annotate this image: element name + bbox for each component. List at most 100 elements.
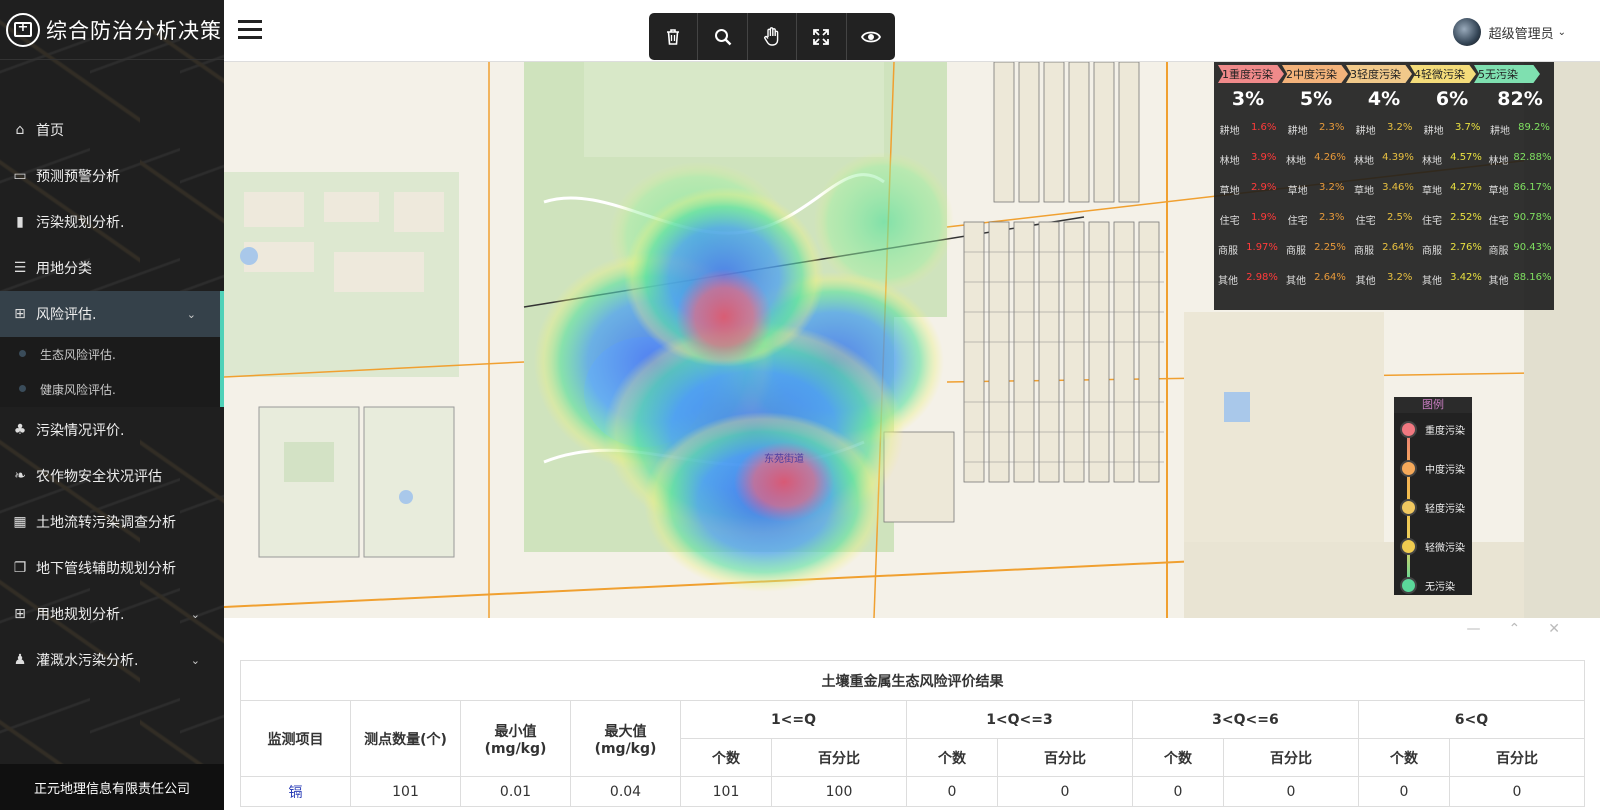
cell-value: 0 xyxy=(1222,776,1359,807)
landuse-value: 3.2% xyxy=(1318,181,1345,193)
level-tab-5[interactable]: 5无污染 xyxy=(1474,65,1540,83)
collapse-icon[interactable]: ⌃ xyxy=(1509,621,1521,637)
level-tab-4[interactable]: 4轻微污染 xyxy=(1410,65,1476,83)
brand: 综合防治分析决策 xyxy=(0,0,224,60)
cell-value: 100 xyxy=(771,776,907,807)
landuse-value: 89.2% xyxy=(1518,121,1550,133)
landuse-label: 住宅 xyxy=(1355,215,1376,227)
person-icon: ♟ xyxy=(13,652,27,668)
cell-value: 0 xyxy=(1131,776,1224,807)
landuse-label: 林地 xyxy=(1286,155,1307,167)
hamburger-menu-icon[interactable] xyxy=(238,20,262,40)
landuse-label: 耕地 xyxy=(1355,125,1376,137)
result-panel: — ⌃ ✕ 土壤重金属生态风险评价结果 监测项目 测点数量(个) 最小值 (mg… xyxy=(224,618,1600,810)
subheader-percent: 百分比 xyxy=(1448,738,1586,777)
sidebar-item-0[interactable]: ⌂ 首页 xyxy=(0,107,224,153)
sidebar: 综合防治分析决策 ⌂ 首页 ▭ 预测预警分析 ▮ 污染规划分析. ☰ 用地分类 ⊞ 风险评估. ⌄ 生… xyxy=(0,0,224,810)
header: 超级管理员 ⌄ xyxy=(224,0,1600,62)
fullscreen-icon[interactable] xyxy=(797,13,847,60)
cell-item[interactable]: 镉 xyxy=(240,776,351,807)
landuse-value: 2.52% xyxy=(1450,211,1482,223)
home-icon: ⌂ xyxy=(15,122,25,138)
header-item: 监测项目 xyxy=(240,700,351,777)
sidebar-item-10[interactable]: ♟ 灌溉水污染分析. ⌄ xyxy=(0,637,224,683)
landuse-value: 3.2% xyxy=(1386,121,1413,133)
level-percent-1: 3% xyxy=(1231,88,1265,110)
sidebar-item-label: 风险评估. xyxy=(36,307,97,323)
landuse-value: 86.17% xyxy=(1513,181,1552,193)
leaf-icon: ❧ xyxy=(14,468,26,484)
header-max: 最大值 (mg/kg) xyxy=(570,700,681,777)
trash-icon[interactable] xyxy=(649,13,699,60)
sidebar-subitem-1[interactable]: 健康风险评估. xyxy=(0,372,224,407)
sidebar-item-8[interactable]: ❐ 地下管线辅助规划分析 xyxy=(0,545,224,591)
list-icon: ☰ xyxy=(13,260,27,276)
cell-value: 101 xyxy=(679,776,773,807)
landuse-label: 耕地 xyxy=(1423,125,1444,137)
subheader-count: 个数 xyxy=(905,738,999,777)
sidebar-item-4[interactable]: ⊞ 风险评估. ⌄ xyxy=(0,291,224,337)
landuse-label: 草地 xyxy=(1488,185,1509,197)
eye-icon[interactable] xyxy=(847,13,895,60)
map-legend: 图例 重度污染 中度污染 轻度污染 轻微污染 无污染 xyxy=(1394,397,1472,595)
landuse-value: 3.2% xyxy=(1386,271,1413,283)
sidebar-item-label: 预测预警分析 xyxy=(36,169,120,185)
result-table: 土壤重金属生态风险评价结果 监测项目 测点数量(个) 最小值 (mg/kg) 最… xyxy=(240,660,1586,807)
sidebar-item-3[interactable]: ☰ 用地分类 xyxy=(0,245,224,291)
landuse-label: 其他 xyxy=(1355,275,1376,287)
landuse-value: 1.9% xyxy=(1250,211,1277,223)
legend-dot xyxy=(1400,577,1417,594)
landuse-label: 其他 xyxy=(1286,275,1307,287)
sidebar-subitem-0[interactable]: 生态风险评估. xyxy=(0,337,224,372)
sidebar-item-label: 灌溉水污染分析. xyxy=(36,653,139,669)
legend-dot xyxy=(1400,538,1417,555)
sidebar-item-2[interactable]: ▮ 污染规划分析. xyxy=(0,199,224,245)
company-name: 正元地理信息有限责任公司 xyxy=(0,764,224,810)
landuse-label: 耕地 xyxy=(1490,125,1511,137)
landuse-value: 2.64% xyxy=(1314,271,1346,283)
sidebar-item-1[interactable]: ▭ 预测预警分析 xyxy=(0,153,224,199)
legend-label: 中度污染 xyxy=(1425,465,1465,476)
plus-square-icon: ⊞ xyxy=(14,306,26,322)
legend-label: 轻微污染 xyxy=(1425,543,1465,554)
hand-icon[interactable] xyxy=(748,13,798,60)
sidebar-item-label: 污染规划分析. xyxy=(36,215,125,231)
landuse-value: 2.25% xyxy=(1314,241,1346,253)
landuse-label: 草地 xyxy=(1422,185,1443,197)
landuse-value: 2.3% xyxy=(1318,211,1345,223)
sidebar-item-6[interactable]: ❧ 农作物安全状况评估 xyxy=(0,453,224,499)
sidebar-item-7[interactable]: ▦ 土地流转污染调查分析 xyxy=(0,499,224,545)
sidebar-item-label: 污染情况评价. xyxy=(36,423,125,439)
legend-item: 重度污染 xyxy=(1400,421,1465,438)
legend-label: 轻度污染 xyxy=(1425,504,1465,515)
header-count: 测点数量(个) xyxy=(350,700,461,777)
landuse-value: 2.5% xyxy=(1386,211,1413,223)
panel-controls: — ⌃ ✕ xyxy=(1467,621,1560,637)
level-percentages: 3% 5% 4% 6% 82% xyxy=(1214,84,1554,114)
landuse-value: 1.6% xyxy=(1250,121,1277,133)
legend-item: 轻度污染 xyxy=(1400,499,1465,516)
landuse-value: 3.42% xyxy=(1450,271,1482,283)
minimize-icon[interactable]: — xyxy=(1467,621,1481,637)
landuse-label: 商服 xyxy=(1488,245,1509,257)
cell-value: 0 xyxy=(997,776,1133,807)
landuse-label: 其他 xyxy=(1488,275,1509,287)
user-menu[interactable]: 超级管理员 ⌄ xyxy=(1452,18,1566,46)
table-row: 镉 101 0.01 0.04 101 100 0 0 0 0 0 0 xyxy=(240,776,1586,807)
level-tab-2[interactable]: 2中度污染 xyxy=(1282,65,1348,83)
sidebar-item-9[interactable]: ⊞ 用地规划分析. ⌄ xyxy=(0,591,224,637)
chevron-down-icon: ⌄ xyxy=(190,653,200,667)
landuse-value: 2.64% xyxy=(1382,241,1414,253)
level-percent-4: 6% xyxy=(1435,88,1469,110)
level-tab-1[interactable]: 1重度污染 xyxy=(1218,65,1284,83)
legend-dot xyxy=(1400,460,1417,477)
chevron-down-icon: ⌄ xyxy=(1557,26,1566,38)
landuse-label: 住宅 xyxy=(1488,215,1509,227)
legend-item: 轻微污染 xyxy=(1400,538,1465,555)
search-icon[interactable] xyxy=(698,13,748,60)
level-tab-3[interactable]: 3轻度污染 xyxy=(1346,65,1412,83)
sidebar-item-5[interactable]: ♣ 污染情况评价. xyxy=(0,407,224,453)
user-name: 超级管理员 xyxy=(1488,26,1554,42)
landuse-value: 2.9% xyxy=(1250,181,1277,193)
close-icon[interactable]: ✕ xyxy=(1548,621,1560,637)
